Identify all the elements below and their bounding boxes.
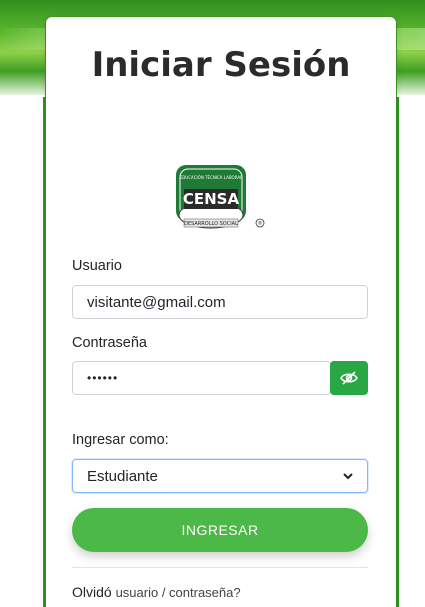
- password-label: Contraseña: [72, 335, 147, 351]
- divider: [72, 567, 368, 568]
- logo-registered-mark: ®: [258, 220, 263, 227]
- username-input[interactable]: visitante@gmail.com: [72, 285, 368, 319]
- forgot-prefix: Olvidó: [72, 584, 116, 600]
- forgot-credentials: Olvidó usuario / contraseña?: [72, 584, 241, 600]
- role-select[interactable]: Estudiante: [72, 459, 368, 493]
- login-button[interactable]: INGRESAR: [72, 508, 368, 552]
- censa-logo: CENSA EDUCACIÓN TÉCNICA LABORAL DESARROL…: [176, 165, 265, 229]
- logo-name-text: CENSA: [183, 190, 240, 208]
- username-label: Usuario: [72, 258, 122, 274]
- page-title: Iniciar Sesión: [91, 45, 351, 85]
- role-selected-value: Estudiante: [87, 467, 158, 485]
- toggle-password-button[interactable]: [330, 361, 368, 395]
- chevron-down-icon: [343, 472, 353, 479]
- eye-slash-icon: [340, 371, 358, 385]
- logo-bottom-text: DESARROLLO SOCIAL: [184, 221, 238, 227]
- role-label: Ingresar como:: [72, 432, 169, 448]
- logo-top-text: EDUCACIÓN TÉCNICA LABORAL: [180, 175, 243, 180]
- login-card: Iniciar Sesión CENSA EDUCACIÓN TÉCNICA L…: [43, 17, 399, 607]
- password-input[interactable]: ••••••: [72, 361, 331, 395]
- forgot-credentials-link[interactable]: usuario / contraseña?: [116, 585, 241, 600]
